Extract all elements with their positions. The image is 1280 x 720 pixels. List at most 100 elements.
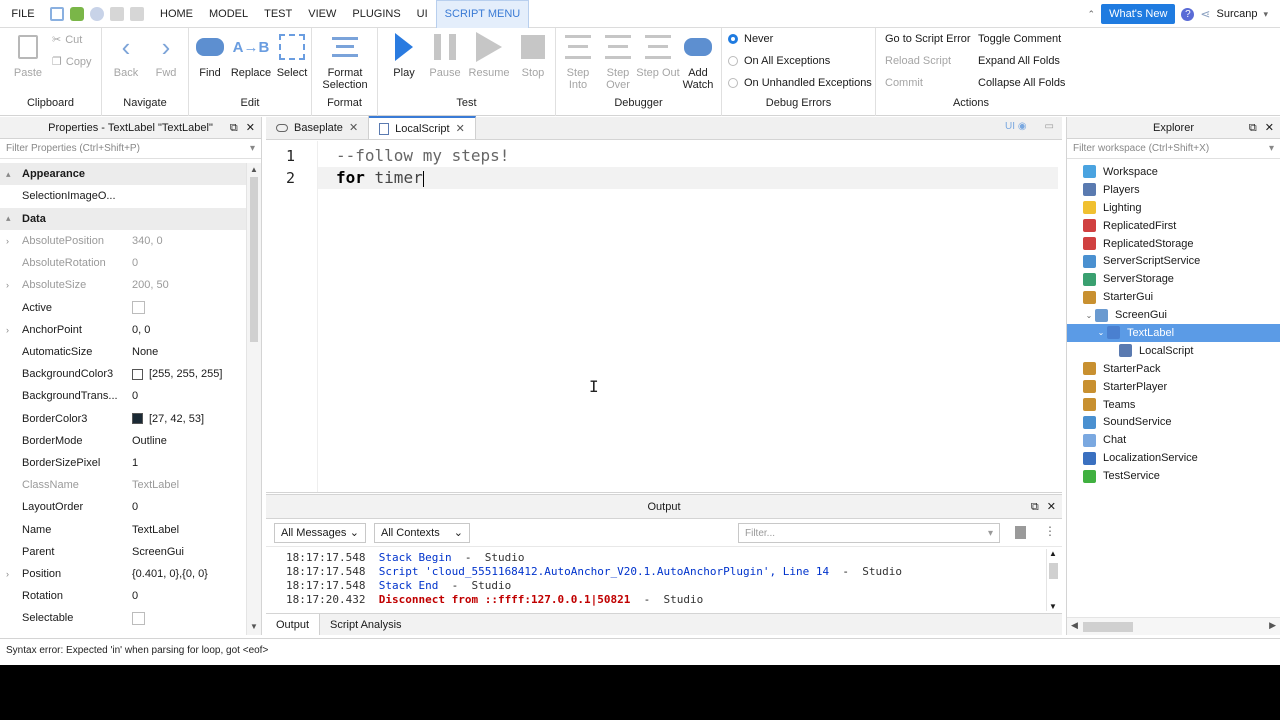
scroll-thumb[interactable] [250, 177, 258, 342]
explorer-item-replicatedfirst[interactable]: ReplicatedFirst [1067, 217, 1280, 235]
menu-tab-home[interactable]: HOME [152, 0, 201, 28]
property-row[interactable]: Active [0, 297, 247, 319]
property-category[interactable]: ▴ Appearance [0, 163, 247, 186]
editor-tab-localscript[interactable]: LocalScript ✕ [369, 116, 476, 139]
team-icon[interactable] [90, 6, 104, 21]
checkbox[interactable] [132, 301, 145, 315]
scroll-down-icon[interactable]: ▼ [247, 622, 261, 631]
chevron-down-icon[interactable]: ▾ [988, 528, 993, 539]
explorer-item-starterplayer[interactable]: StarterPlayer [1067, 378, 1280, 396]
never-radio[interactable]: Never [728, 33, 773, 45]
menu-tab-plugins[interactable]: PLUGINS [344, 0, 408, 28]
property-row[interactable]: › Position {0.401, 0},{0, 0} [0, 563, 247, 585]
close-icon[interactable]: ✕ [456, 122, 465, 135]
user-name[interactable]: Surcanp [1216, 8, 1257, 20]
expand-all-folds-button[interactable]: Expand All Folds [978, 55, 1060, 67]
chevron-down-icon[interactable]: ⌄ [1083, 311, 1095, 320]
property-value[interactable]: TextLabel [126, 479, 179, 491]
menu-tab-model[interactable]: MODEL [201, 0, 256, 28]
forward-button[interactable]: › Fwd [142, 32, 190, 79]
property-row[interactable]: LayoutOrder 0 [0, 496, 247, 518]
undo-icon[interactable] [110, 6, 124, 21]
code-line[interactable]: --follow my steps! [336, 146, 509, 165]
tab-output[interactable]: Output [266, 614, 321, 635]
on-all-exceptions-radio[interactable]: On All Exceptions [728, 55, 830, 67]
property-row[interactable]: AutomaticSize None [0, 341, 247, 363]
expand-arrow-icon[interactable]: › [6, 236, 16, 246]
scroll-thumb[interactable] [1049, 563, 1058, 579]
explorer-item-testservice[interactable]: TestService [1067, 467, 1280, 485]
new-file-icon[interactable] [50, 6, 64, 21]
explorer-item-serverscriptservice[interactable]: ServerScriptService [1067, 252, 1280, 270]
step-over-button[interactable]: Step Over [596, 32, 640, 91]
property-value[interactable]: 0 [126, 390, 138, 402]
property-row[interactable]: › AnchorPoint 0, 0 [0, 319, 247, 341]
add-watch-button[interactable]: Add Watch [676, 32, 720, 91]
explorer-item-starterpack[interactable]: StarterPack [1067, 360, 1280, 378]
file-menu[interactable]: FILE [0, 0, 46, 28]
checkbox[interactable] [132, 611, 145, 625]
property-row[interactable]: SelectionImageO... [0, 185, 247, 207]
undock-icon[interactable]: ⧉ [230, 117, 238, 139]
help-icon[interactable]: ? [1181, 7, 1195, 21]
explorer-item-lighting[interactable]: Lighting [1067, 199, 1280, 217]
script-editor[interactable]: 1 2 --follow my steps! for timer [266, 141, 1062, 493]
explorer-item-serverstorage[interactable]: ServerStorage [1067, 270, 1280, 288]
property-row[interactable]: Name TextLabel [0, 518, 247, 540]
chevron-down-icon[interactable]: ▾ [250, 143, 255, 154]
property-row[interactable]: BorderMode Outline [0, 430, 247, 452]
explorer-item-startergui[interactable]: StarterGui [1067, 288, 1280, 306]
ui-toggle[interactable]: UI ◉ [1005, 121, 1027, 132]
undock-icon[interactable]: ⧉ [1249, 117, 1257, 139]
explorer-item-players[interactable]: Players [1067, 181, 1280, 199]
commit-button[interactable]: Commit [885, 77, 923, 89]
expand-arrow-icon[interactable]: › [6, 325, 16, 335]
property-row[interactable]: › AbsolutePosition 340, 0 [0, 230, 247, 252]
property-value[interactable]: Outline [126, 435, 167, 447]
expand-arrow-icon[interactable]: › [6, 569, 16, 579]
property-value[interactable]: {0.401, 0},{0, 0} [126, 568, 208, 580]
properties-filter-input[interactable]: Filter Properties (Ctrl+Shift+P) ▾ [0, 139, 261, 159]
explorer-item-replicatedstorage[interactable]: ReplicatedStorage [1067, 235, 1280, 253]
explorer-item-localscript[interactable]: LocalScript [1067, 342, 1280, 360]
step-into-button[interactable]: Step Into [556, 32, 600, 91]
property-value[interactable] [126, 301, 151, 315]
explorer-item-workspace[interactable]: Workspace [1067, 163, 1280, 181]
format-selection-button[interactable]: Format Selection [317, 32, 373, 91]
select-button[interactable]: Select [268, 32, 316, 79]
property-value[interactable]: [27, 42, 53] [126, 413, 204, 425]
chevron-down-icon[interactable]: ▾ [1269, 143, 1274, 154]
menu-tab-test[interactable]: TEST [256, 0, 300, 28]
property-value[interactable]: ScreenGui [126, 546, 184, 558]
cut-button[interactable]: ✂ Cut [52, 33, 82, 47]
property-row[interactable]: Parent ScreenGui [0, 541, 247, 563]
scroll-left-icon[interactable]: ◀ [1071, 620, 1078, 631]
messages-filter-dropdown[interactable]: All Messages ⌄ [274, 522, 366, 543]
redo-icon[interactable] [130, 6, 144, 21]
property-value[interactable]: 0 [126, 501, 138, 513]
resume-button[interactable]: Resume [465, 32, 513, 79]
pause-button[interactable]: Pause [421, 32, 469, 79]
color-swatch[interactable] [132, 413, 143, 425]
maximize-icon[interactable]: ▭ [1045, 121, 1054, 132]
chevron-down-icon[interactable]: ▾ [1263, 9, 1268, 20]
menu-tab-script-menu[interactable]: SCRIPT MENU [435, 0, 530, 28]
on-unhandled-exceptions-radio[interactable]: On Unhandled Exceptions [728, 77, 872, 89]
undock-icon[interactable]: ⧉ [1031, 495, 1039, 519]
reload-script-button[interactable]: Reload Script [885, 55, 951, 67]
property-row[interactable]: Selectable [0, 607, 247, 629]
menu-tab-ui[interactable]: UI [409, 0, 436, 28]
property-value[interactable]: 340, 0 [126, 235, 163, 247]
publish-icon[interactable] [70, 6, 84, 21]
collapse-arrow-icon[interactable]: ▴ [6, 213, 16, 224]
close-icon[interactable]: ✕ [349, 121, 358, 134]
tab-script-analysis[interactable]: Script Analysis [320, 614, 412, 635]
output-scrollbar[interactable]: ▲ ▼ [1046, 549, 1060, 611]
explorer-item-textlabel[interactable]: ⌄ TextLabel [1067, 324, 1280, 342]
scroll-right-icon[interactable]: ▶ [1269, 620, 1276, 631]
collapse-arrow-icon[interactable]: ▴ [6, 169, 16, 180]
expand-arrow-icon[interactable]: › [6, 280, 16, 290]
explorer-item-localizationservice[interactable]: LocalizationService [1067, 449, 1280, 467]
menu-tab-view[interactable]: VIEW [300, 0, 344, 28]
properties-scrollbar[interactable]: ▲ ▼ [246, 163, 261, 635]
